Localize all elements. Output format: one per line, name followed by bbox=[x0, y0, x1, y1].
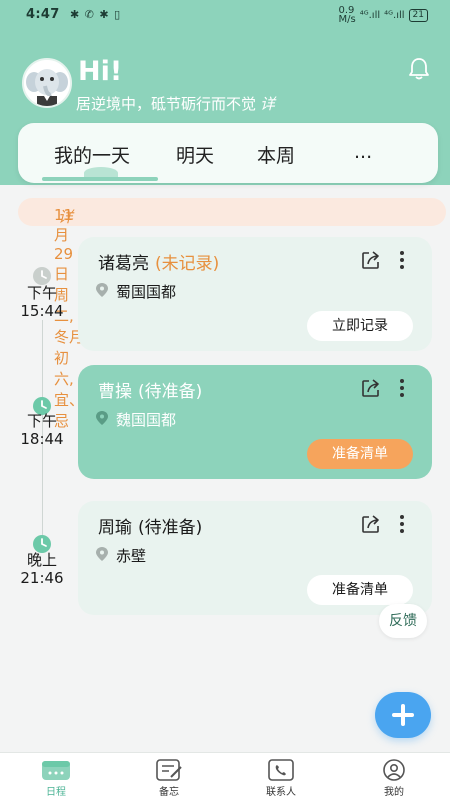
event-card[interactable]: 周瑜 (待准备) 赤壁 准备清单 bbox=[78, 501, 432, 615]
timeline-period: 下午 bbox=[26, 412, 57, 430]
nav-label: 日程 bbox=[46, 787, 66, 798]
status-bar: 4:47 ✱ ✆ ✱ ▯ 0.9 M/s ⁴ᴳ.ıll ⁴ᴳ.ıll 21 bbox=[0, 0, 450, 30]
prepare-list-button[interactable]: 准备清单 bbox=[307, 439, 413, 469]
tab-my-day[interactable]: 我的一天 bbox=[54, 141, 130, 168]
memo-icon bbox=[156, 759, 182, 781]
more-icon[interactable] bbox=[394, 513, 410, 535]
tab-bar: 我的一天 明天 本周 ... bbox=[18, 123, 438, 183]
timeline-time-2: 下午 18:44 bbox=[8, 412, 76, 448]
share-icon[interactable] bbox=[360, 513, 382, 535]
battery-icon: 21 bbox=[408, 8, 428, 22]
net-speed: 0.9 M/s bbox=[338, 5, 356, 25]
status-left-icons: ✱ ✆ ✱ ▯ bbox=[70, 8, 122, 21]
date-bar: 11月29日 周二,冬月初六, 宜、忌详 bbox=[18, 198, 446, 430]
motto: 居逆境中，砥节砺行而不觉详 bbox=[76, 93, 275, 114]
event-name: 诸葛亮 bbox=[98, 254, 149, 274]
event-status: (待准备) bbox=[138, 382, 203, 402]
share-icon[interactable] bbox=[360, 377, 382, 399]
timeline-clock: 21:46 bbox=[20, 569, 64, 587]
prepare-list-button[interactable]: 准备清单 bbox=[307, 575, 413, 605]
tab-more[interactable]: ... bbox=[354, 141, 372, 163]
signal-icon: ⁴ᴳ.ıll bbox=[359, 9, 381, 21]
event-title: 周瑜 (待准备) bbox=[98, 513, 202, 538]
calendar-icon bbox=[42, 761, 70, 780]
add-event-button[interactable] bbox=[375, 692, 431, 738]
event-title: 诸葛亮 (未记录) bbox=[98, 249, 219, 274]
nav-label: 备忘 bbox=[159, 787, 179, 798]
greeting: Hi! bbox=[78, 56, 123, 87]
event-status: (未记录) bbox=[155, 254, 220, 274]
status-time: 4:47 bbox=[26, 7, 60, 22]
timeline-clock: 15:44 bbox=[20, 302, 64, 320]
nav-item-profile[interactable]: 我的 bbox=[359, 759, 429, 798]
elephant-avatar-icon bbox=[24, 60, 70, 106]
location-icon bbox=[96, 411, 108, 425]
avatar[interactable] bbox=[22, 58, 72, 108]
contacts-icon bbox=[268, 759, 294, 781]
location-icon bbox=[96, 283, 108, 297]
status-right-icons: 0.9 M/s ⁴ᴳ.ıll ⁴ᴳ.ıll 21 bbox=[338, 5, 428, 25]
nav-label: 我的 bbox=[384, 787, 404, 798]
bell-icon[interactable] bbox=[406, 56, 432, 82]
event-card[interactable]: 诸葛亮 (未记录) 蜀国国都 立即记录 bbox=[78, 237, 432, 351]
event-location: 魏国国都 bbox=[116, 411, 177, 429]
timeline-time-3: 晚上 21:46 bbox=[8, 551, 76, 587]
share-icon[interactable] bbox=[360, 249, 382, 271]
tab-tomorrow[interactable]: 明天 bbox=[176, 141, 214, 168]
profile-icon bbox=[383, 759, 405, 781]
record-now-button[interactable]: 立即记录 bbox=[307, 311, 413, 341]
tab-this-week[interactable]: 本周 bbox=[257, 141, 295, 168]
clock-icon bbox=[33, 267, 51, 285]
bottom-nav: 日程 备忘 联系人 我的 bbox=[0, 752, 450, 801]
timeline-clock: 18:44 bbox=[20, 430, 64, 448]
feedback-button[interactable]: 反馈 bbox=[379, 604, 427, 638]
nav-item-contacts[interactable]: 联系人 bbox=[246, 759, 316, 798]
event-location: 蜀国国都 bbox=[116, 283, 177, 301]
nav-item-memo[interactable]: 备忘 bbox=[134, 759, 204, 798]
event-status: (待准备) bbox=[138, 518, 203, 538]
tab-indicator bbox=[42, 177, 158, 181]
date-detail-link[interactable]: 详 bbox=[58, 206, 73, 227]
event-title: 曹操 (待准备) bbox=[98, 377, 202, 402]
event-location: 赤壁 bbox=[116, 547, 147, 565]
motto-detail-link[interactable]: 详 bbox=[260, 95, 275, 113]
more-icon[interactable] bbox=[394, 249, 410, 271]
nav-item-schedule[interactable]: 日程 bbox=[21, 759, 91, 798]
event-card[interactable]: 曹操 (待准备) 魏国国都 准备清单 bbox=[78, 365, 432, 479]
timeline-time-1: 下午 15:44 bbox=[8, 284, 76, 320]
event-name: 曹操 bbox=[98, 382, 132, 402]
nav-label: 联系人 bbox=[266, 787, 296, 798]
signal-icon-2: ⁴ᴳ.ıll bbox=[384, 9, 405, 21]
timeline-period: 下午 bbox=[26, 284, 57, 302]
event-name: 周瑜 bbox=[98, 518, 132, 538]
motto-text: 居逆境中，砥节砺行而不觉 bbox=[76, 95, 257, 113]
timeline-period: 晚上 bbox=[26, 551, 57, 569]
location-icon bbox=[96, 547, 108, 561]
more-icon[interactable] bbox=[394, 377, 410, 399]
